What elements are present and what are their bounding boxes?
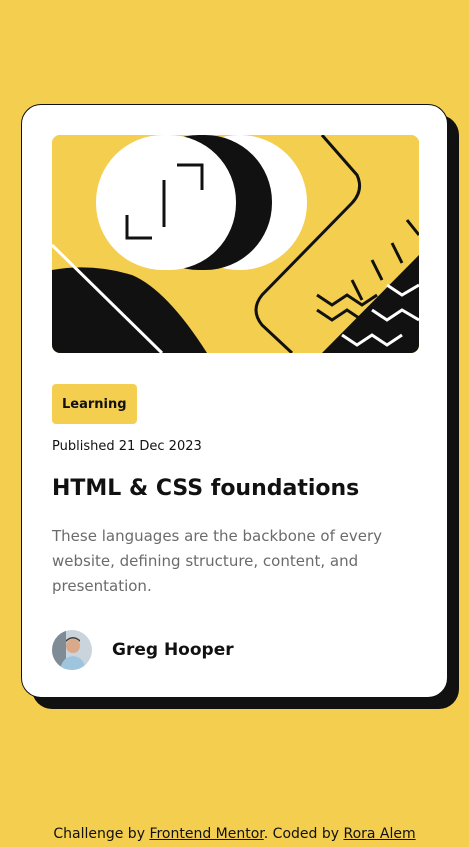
footer-middle: . Coded by (263, 826, 344, 842)
author-name: Greg Hooper (112, 640, 234, 660)
abstract-illustration-icon (52, 135, 419, 353)
hero-illustration (52, 135, 419, 353)
frontend-mentor-link[interactable]: Frontend Mentor (149, 826, 263, 842)
footer-prefix: Challenge by (53, 826, 150, 842)
attribution-footer: Challenge by Frontend Mentor. Coded by R… (0, 826, 469, 842)
avatar-photo-icon (52, 630, 92, 670)
category-tag[interactable]: Learning (52, 384, 137, 424)
author-link[interactable]: Rora Alem (343, 826, 415, 842)
card-title[interactable]: HTML & CSS foundations (52, 476, 359, 501)
published-date: Published 21 Dec 2023 (52, 439, 202, 454)
card-description: These languages are the backbone of ever… (52, 527, 382, 595)
avatar (52, 630, 92, 670)
author: Greg Hooper (52, 630, 234, 670)
blog-preview-card: Learning Published 21 Dec 2023 HTML & CS… (21, 104, 448, 698)
